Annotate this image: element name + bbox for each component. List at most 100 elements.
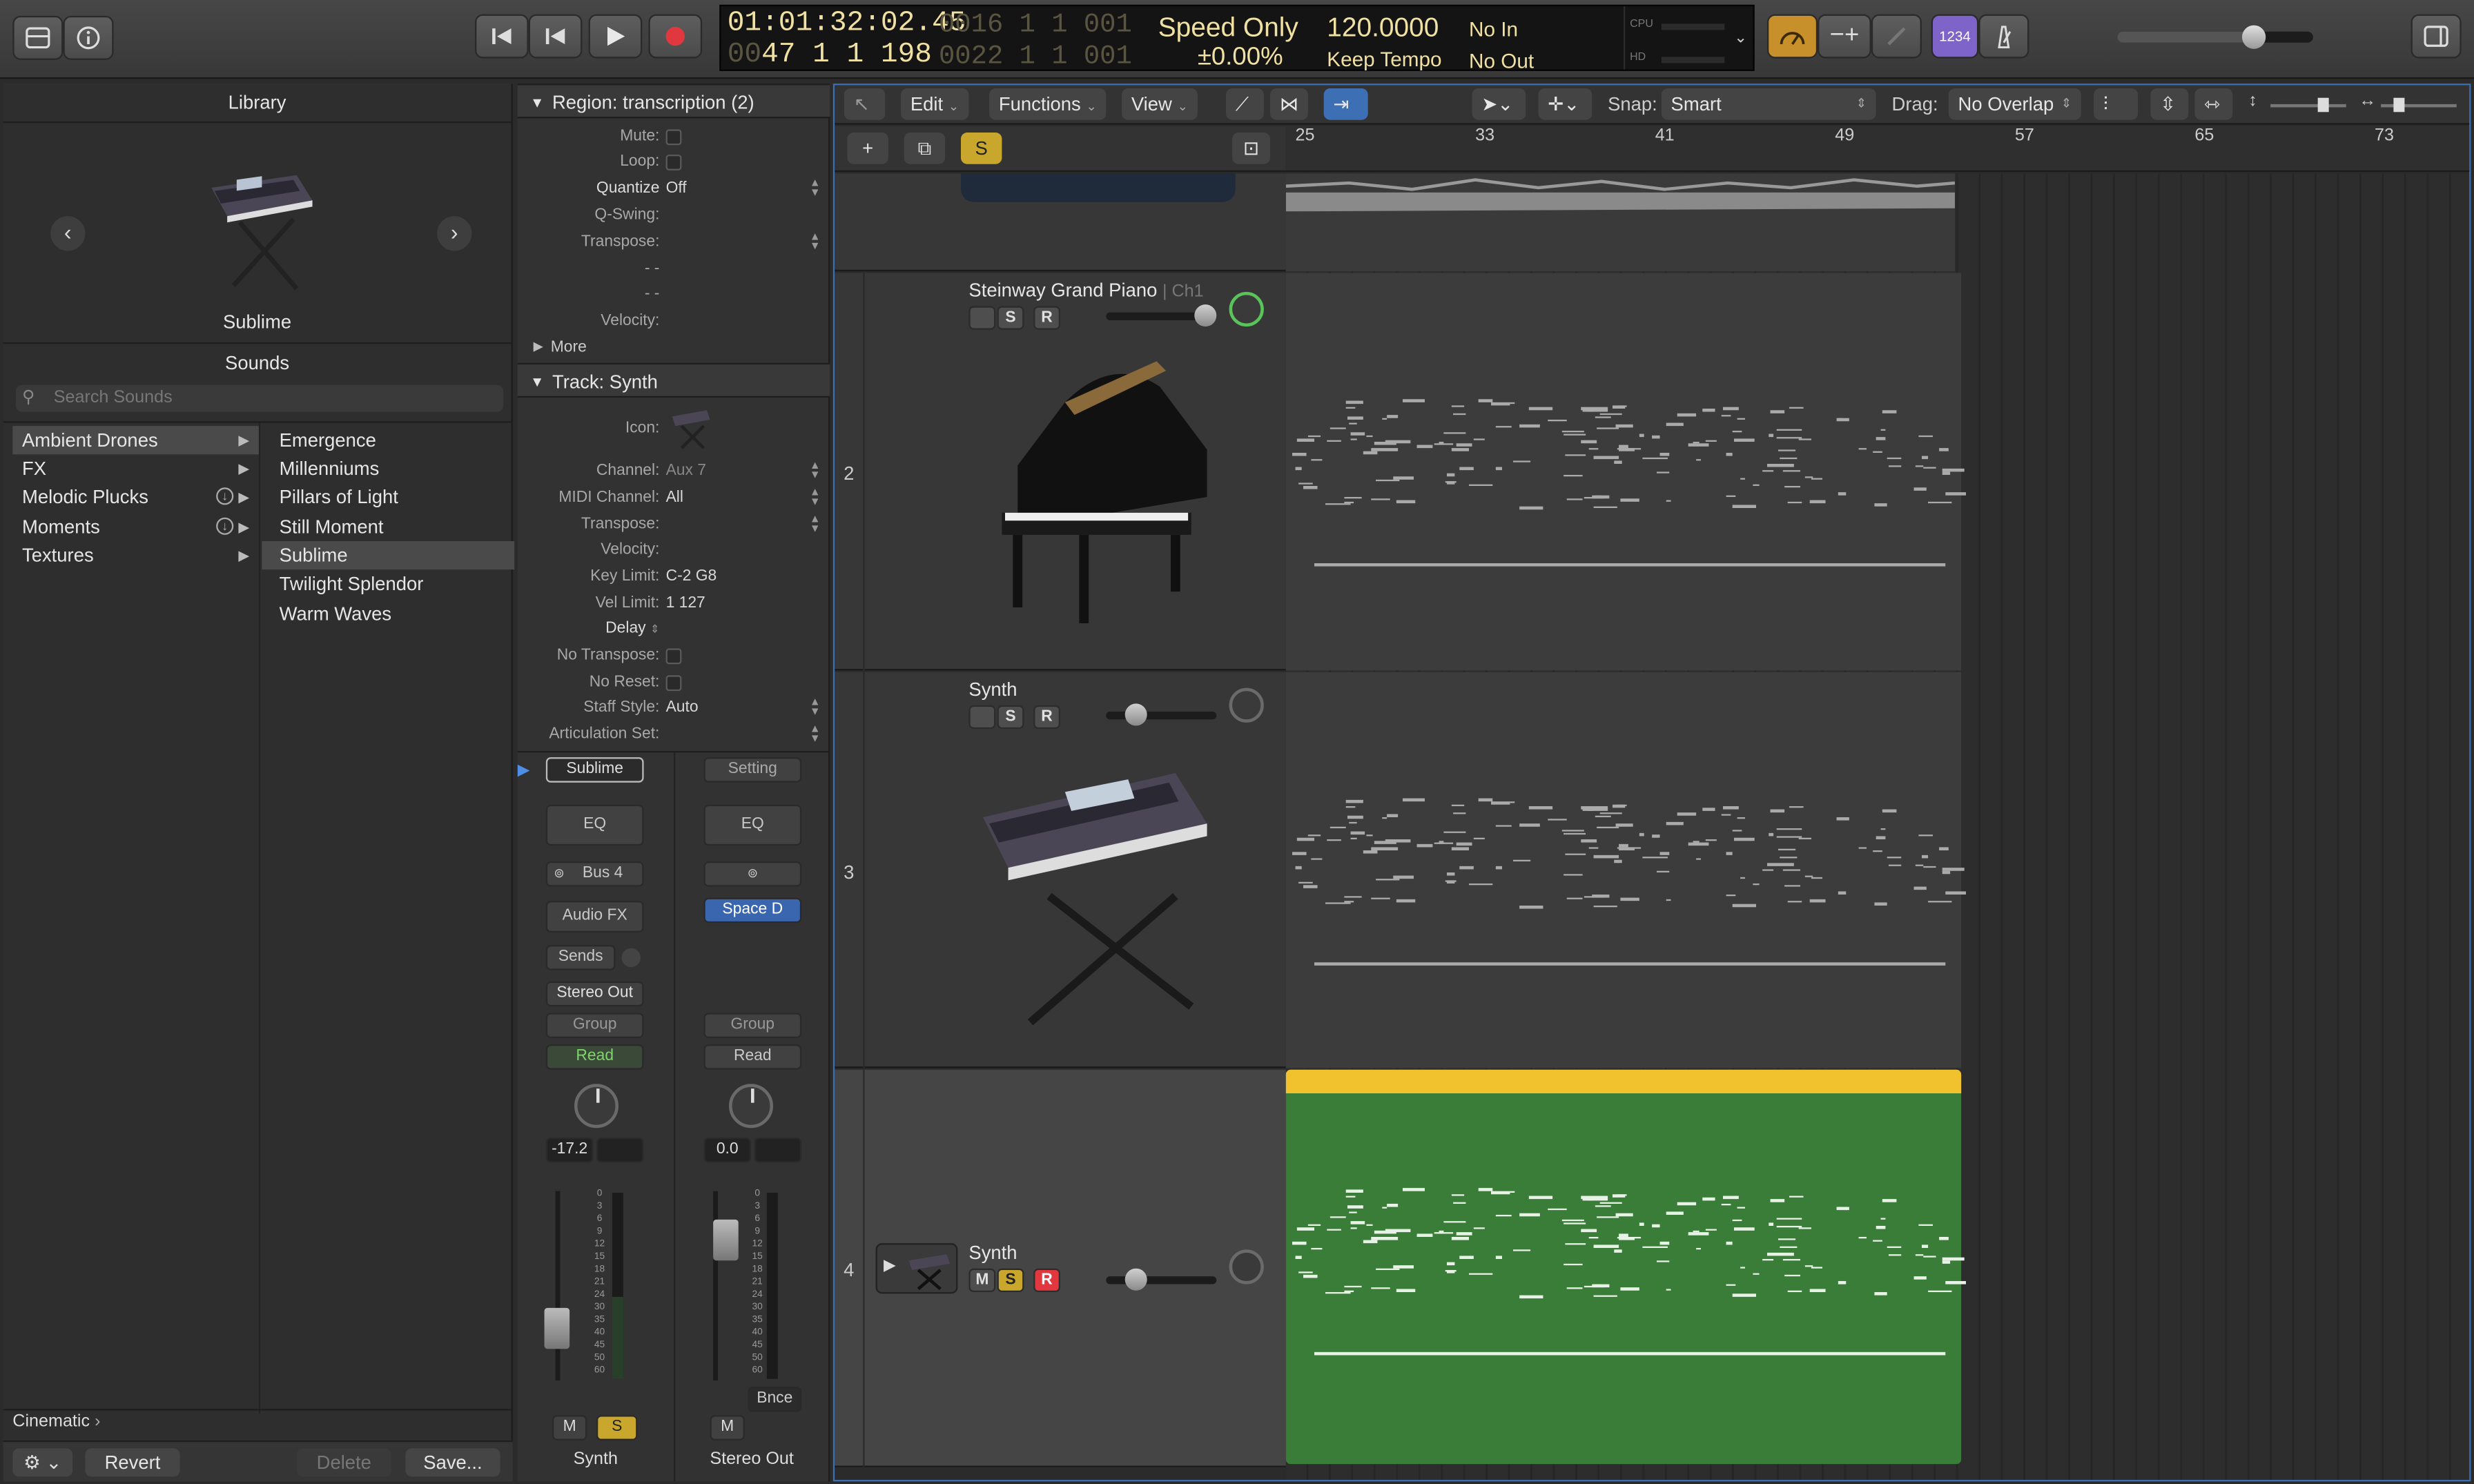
metronome-button[interactable] bbox=[1978, 14, 2029, 59]
automation-mode[interactable]: Read bbox=[703, 1044, 802, 1070]
volume-readout[interactable]: -17.2 bbox=[545, 1137, 594, 1163]
track-header[interactable] bbox=[835, 173, 1286, 272]
category-melodic-plucks[interactable]: Melodic Plucks ↓ ▶ bbox=[12, 482, 259, 511]
solo-mode-button[interactable] bbox=[1871, 14, 1922, 59]
drag-menu[interactable]: No Overlap ⇕ bbox=[1948, 88, 2081, 120]
velocity-row[interactable]: Velocity: bbox=[518, 309, 830, 335]
track-header-synth-selected[interactable]: 4 ▶ Synth M S R bbox=[835, 1069, 1286, 1467]
snap-menu[interactable]: Smart ⇕ bbox=[1661, 88, 1876, 120]
input-slot[interactable]: ⊚ Bus 4 bbox=[545, 861, 644, 887]
master-volume-slider[interactable] bbox=[2117, 25, 2313, 49]
pointer-tool[interactable]: ➤⌄ bbox=[1472, 88, 1526, 120]
solo-button[interactable]: S bbox=[997, 306, 1024, 330]
loop-checkbox[interactable] bbox=[665, 154, 682, 170]
delay-row[interactable]: Delay ⇕ bbox=[518, 617, 830, 643]
solo-button[interactable]: S bbox=[596, 1415, 638, 1441]
mute-button[interactable]: M bbox=[552, 1415, 587, 1441]
send-knob[interactable] bbox=[621, 948, 641, 968]
search-sounds-field[interactable]: ⚲ Search Sounds bbox=[15, 384, 504, 412]
patch-item[interactable]: Pillars of Light bbox=[262, 482, 514, 511]
action-menu-button[interactable]: ⚙ ⌄ bbox=[12, 1448, 73, 1477]
patch-item[interactable]: Warm Waves bbox=[262, 600, 514, 628]
audio-fx-plugin[interactable]: Space D bbox=[703, 897, 802, 924]
category-moments[interactable]: Moments ↓ ▶ bbox=[12, 513, 259, 541]
pan-knob[interactable] bbox=[728, 1084, 773, 1129]
transpose-row[interactable]: Transpose: ▲ ▼ bbox=[518, 231, 830, 256]
delete-button[interactable]: Delete bbox=[296, 1448, 391, 1477]
quantize-value[interactable]: Off bbox=[666, 180, 687, 197]
patch-item[interactable]: Emergence bbox=[262, 426, 514, 454]
articulation-row[interactable]: Articulation Set: ▲ ▼ bbox=[518, 723, 830, 748]
solo-button[interactable]: S bbox=[997, 705, 1024, 729]
mute-button[interactable]: M bbox=[968, 1268, 996, 1292]
patch-item[interactable]: Millenniums bbox=[262, 454, 514, 482]
midi-region[interactable] bbox=[1285, 672, 1967, 1068]
midi-region[interactable] bbox=[1285, 273, 1967, 671]
track-name[interactable]: Steinway Grand Piano | Ch1 bbox=[968, 280, 1203, 302]
tuner-button[interactable]: −+ bbox=[1818, 14, 1871, 59]
performance-meter-button[interactable] bbox=[1766, 14, 1818, 59]
rewind-button[interactable] bbox=[528, 14, 583, 59]
library-toggle-button[interactable] bbox=[12, 15, 64, 60]
track-volume-slider[interactable] bbox=[1106, 304, 1217, 327]
play-button[interactable] bbox=[588, 14, 643, 59]
functions-menu[interactable]: Functions ⌄ bbox=[989, 88, 1107, 120]
track-volume-slider[interactable] bbox=[1106, 1268, 1217, 1291]
quantize-row[interactable]: Quantize Off ▲ ▼ bbox=[518, 177, 830, 202]
volume-fader[interactable] bbox=[713, 1219, 739, 1261]
duplicate-track-button[interactable]: ⧉ bbox=[904, 132, 946, 164]
secondary-tool[interactable]: ✛⌄ bbox=[1538, 88, 1592, 120]
horizontal-fit-button[interactable]: ⇿ bbox=[2194, 88, 2233, 120]
category-textures[interactable]: Textures ▶ bbox=[12, 541, 259, 569]
track-icon-synth[interactable] bbox=[669, 404, 713, 451]
download-icon[interactable]: ↓ bbox=[216, 517, 234, 535]
browsers-button[interactable] bbox=[2410, 14, 2462, 59]
library-path-breadcrumb[interactable]: Cinematic › bbox=[12, 1412, 100, 1431]
tempo-mode[interactable]: Keep Tempo bbox=[1327, 48, 1441, 71]
vel-limit-row[interactable]: Vel Limit: 1 127 bbox=[518, 592, 830, 617]
flex-button[interactable]: ⋈ bbox=[1269, 88, 1308, 120]
volume-readout[interactable]: 0.0 bbox=[703, 1137, 751, 1163]
key-limit-row[interactable]: Key Limit: C-2 G8 bbox=[518, 565, 830, 590]
eq-button[interactable]: EQ bbox=[545, 804, 644, 846]
track-transpose-row[interactable]: Transpose: ▲ ▼ bbox=[518, 513, 830, 538]
track-pan-knob[interactable] bbox=[1229, 1249, 1264, 1285]
horizontal-zoom-slider[interactable] bbox=[2381, 97, 2457, 113]
no-transpose-checkbox[interactable] bbox=[665, 648, 682, 665]
solo-button[interactable]: S bbox=[997, 1268, 1024, 1292]
no-reset-checkbox[interactable] bbox=[665, 675, 682, 692]
view-menu[interactable]: View ⌄ bbox=[1122, 88, 1198, 120]
record-enable-button[interactable]: R bbox=[1033, 306, 1060, 330]
mute-button[interactable] bbox=[968, 306, 996, 330]
lcd-display[interactable]: 01:01:32:02.45 0047 1 1 198 0016 1 1 001… bbox=[719, 4, 1755, 72]
automation-button[interactable]: ⟋ bbox=[1225, 88, 1264, 120]
revert-button[interactable]: Revert bbox=[85, 1448, 180, 1477]
lcd-menu-chevron-icon[interactable]: ⌄ bbox=[1734, 30, 1747, 47]
record-enable-button[interactable]: R bbox=[1033, 1268, 1060, 1292]
previous-patch-button[interactable]: ‹ bbox=[50, 216, 86, 251]
track-pan-knob[interactable] bbox=[1229, 291, 1264, 327]
download-icon[interactable]: ↓ bbox=[216, 487, 234, 505]
strip-setting-button[interactable]: Sublime bbox=[545, 757, 644, 783]
category-fx[interactable]: FX ▶ bbox=[12, 454, 259, 482]
audio-fx-slot[interactable]: Audio FX bbox=[545, 901, 644, 933]
track-icon-button[interactable]: ▶ bbox=[875, 1243, 958, 1294]
staff-style-row[interactable]: Staff Style: Auto ▲ ▼ bbox=[518, 696, 830, 721]
input-slot[interactable]: ⊚ bbox=[703, 861, 802, 887]
tempo-value[interactable]: 120.0000 bbox=[1327, 12, 1439, 44]
track-name[interactable]: Synth bbox=[968, 678, 1017, 701]
back-button[interactable]: ↖ bbox=[844, 88, 886, 120]
track-name[interactable]: Synth bbox=[968, 1242, 1017, 1264]
catch-playhead-button[interactable]: ⇥ bbox=[1323, 88, 1368, 120]
qswing-row[interactable]: Q-Swing: bbox=[518, 204, 830, 229]
add-track-button[interactable]: + bbox=[847, 132, 888, 164]
track-pan-knob[interactable] bbox=[1229, 687, 1264, 723]
inspector-toggle-button[interactable] bbox=[63, 15, 114, 60]
edit-menu[interactable]: Edit ⌄ bbox=[901, 88, 968, 120]
volume-fader[interactable] bbox=[544, 1307, 570, 1349]
category-ambient-drones[interactable]: Ambient Drones ▶ bbox=[12, 426, 259, 455]
channel-row[interactable]: Channel: Aux 7 ▲ ▼ bbox=[518, 459, 830, 485]
patch-item[interactable]: Twilight Splendor bbox=[262, 569, 514, 598]
eq-button[interactable]: EQ bbox=[703, 804, 802, 846]
output-slot[interactable]: Stereo Out bbox=[545, 981, 644, 1007]
